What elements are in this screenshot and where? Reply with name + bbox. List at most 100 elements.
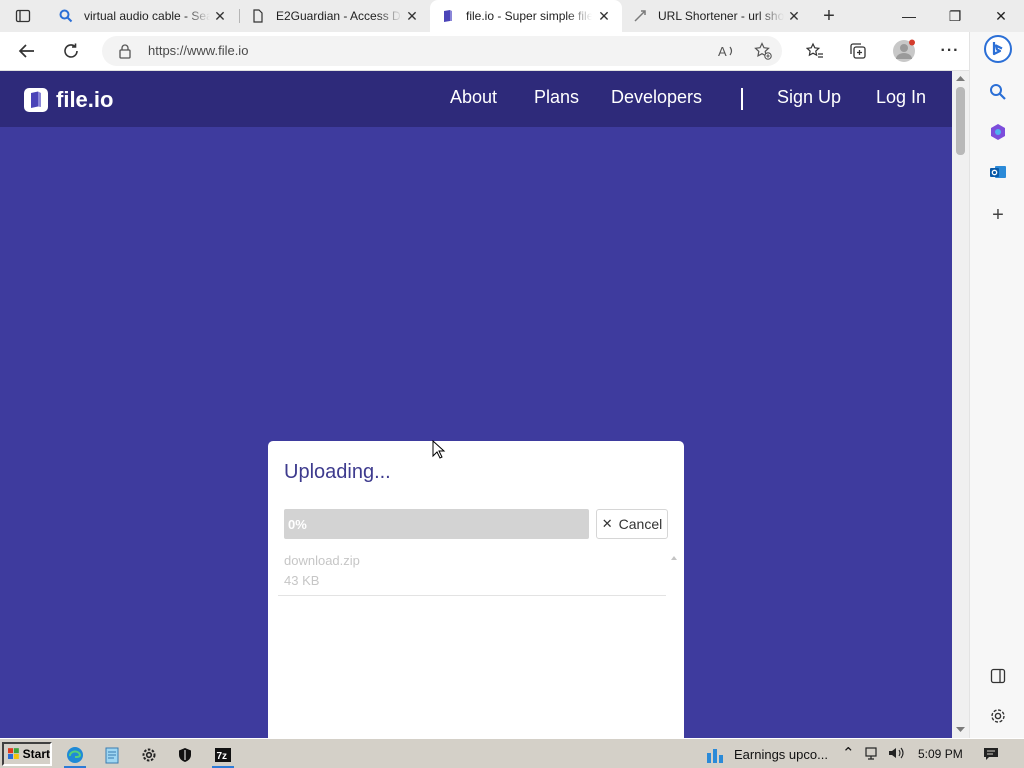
restore-icon: ❐ — [948, 7, 962, 24]
windows-logo-icon — [8, 748, 19, 759]
close-window-button[interactable]: ✕ — [978, 0, 1024, 32]
taskbar-7zip-button[interactable]: 7z — [210, 743, 236, 767]
notification-icon[interactable] — [983, 746, 999, 767]
bing-chat-button[interactable] — [983, 34, 1013, 64]
taskbar: Start 7z Earnings upco... ⌃ 5:09 PM — [0, 738, 1024, 768]
close-icon[interactable]: ✕ — [596, 8, 612, 24]
svg-text:7z: 7z — [217, 751, 228, 762]
web-page: file.io About Plans Developers Sign Up L… — [0, 71, 952, 738]
collections-button[interactable] — [843, 36, 873, 66]
back-button[interactable] — [12, 36, 42, 66]
taskbar-notepad-button[interactable] — [99, 743, 125, 767]
nav-about[interactable]: About — [450, 87, 497, 108]
avatar — [893, 39, 915, 62]
upload-dialog: Uploading... 0% ✕ Cancel download.zip 43… — [268, 441, 684, 738]
tab-actions-button[interactable] — [0, 0, 46, 32]
taskbar-edge-button[interactable] — [62, 743, 88, 767]
nav-developers[interactable]: Developers — [611, 87, 702, 108]
lock-icon[interactable] — [118, 43, 132, 64]
upload-progress-bar: 0% — [284, 509, 589, 539]
minimize-icon: — — [902, 8, 916, 24]
add-favorite-icon[interactable] — [754, 42, 772, 65]
scrollbar-thumb[interactable] — [956, 87, 965, 155]
logo-text: file.io — [56, 87, 114, 112]
sidebar-settings-button[interactable] — [983, 701, 1013, 731]
svg-text:A: A — [718, 44, 727, 59]
file-divider — [278, 595, 666, 596]
sidebar-add-button[interactable]: + — [983, 200, 1013, 230]
tab-virtual-audio-cable[interactable]: virtual audio cable - Sea ✕ — [48, 0, 238, 32]
site-header: file.io About Plans Developers Sign Up L… — [0, 71, 952, 127]
fileio-logo-icon — [24, 88, 48, 112]
office-icon — [991, 124, 1005, 140]
site-logo[interactable]: file.io — [24, 87, 113, 113]
page-scrollbar[interactable] — [952, 71, 969, 738]
cancel-label: Cancel — [618, 516, 663, 532]
plus-icon: + — [823, 4, 835, 27]
mouse-cursor-icon — [432, 440, 446, 459]
sidebar-hide-button[interactable] — [983, 661, 1013, 691]
clock[interactable]: 5:09 PM — [918, 747, 963, 761]
gear-icon — [142, 748, 156, 762]
bing-icon — [984, 35, 1012, 63]
sidebar-office-button[interactable] — [983, 117, 1013, 147]
sidebar-search-button[interactable] — [983, 77, 1013, 107]
tab-e2guardian[interactable]: E2Guardian - Access De ✕ — [240, 0, 430, 32]
fileio-icon — [440, 8, 456, 24]
search-icon — [990, 84, 1006, 100]
taskbar-settings-button[interactable] — [136, 743, 162, 767]
sidebar-outlook-button[interactable] — [983, 157, 1013, 187]
tab-label: E2Guardian - Access De — [276, 9, 402, 23]
nav-log-in[interactable]: Log In — [876, 87, 926, 108]
file-name: download.zip — [284, 553, 360, 568]
edge-sidebar: + — [969, 32, 1024, 738]
minimize-button[interactable]: — — [886, 0, 932, 32]
browser-toolbar: https://www.file.io A ··· — [0, 32, 1024, 71]
file-size: 43 KB — [284, 573, 320, 588]
url-text[interactable]: https://www.file.io — [148, 43, 248, 58]
tab-label: file.io - Super simple file — [466, 9, 592, 23]
volume-icon[interactable] — [888, 746, 906, 765]
new-tab-button[interactable]: + — [815, 4, 843, 28]
upload-file-list: download.zip 43 KB — [278, 549, 678, 738]
tab-strip: virtual audio cable - Sea ✕ E2Guardian -… — [0, 0, 1024, 32]
tab-fileio[interactable]: file.io - Super simple file ✕ — [430, 0, 622, 32]
close-icon[interactable]: ✕ — [212, 8, 228, 24]
nav-sign-up[interactable]: Sign Up — [777, 87, 841, 108]
scroll-down-arrow-icon[interactable] — [956, 726, 965, 733]
file-list-scrollbar[interactable] — [670, 549, 678, 738]
link-icon — [632, 8, 648, 24]
search-icon — [58, 8, 74, 24]
taskbar-news-widget[interactable] — [702, 743, 728, 767]
refresh-button[interactable] — [56, 36, 86, 66]
close-icon[interactable]: ✕ — [404, 8, 420, 24]
address-bar[interactable]: https://www.file.io A — [102, 36, 782, 66]
favorites-icon — [806, 42, 823, 58]
read-aloud-icon[interactable]: A — [718, 43, 736, 64]
chevron-up-icon[interactable]: ⌃ — [842, 744, 855, 762]
tab-label: virtual audio cable - Sea — [84, 9, 210, 23]
back-arrow-icon — [18, 44, 34, 58]
refresh-icon — [64, 43, 78, 58]
stock-chart-icon — [707, 749, 723, 763]
start-button[interactable]: Start — [2, 742, 52, 766]
close-icon[interactable]: ✕ — [786, 8, 802, 24]
scroll-up-arrow-icon[interactable] — [670, 554, 678, 562]
upload-title: Uploading... — [284, 461, 391, 483]
favorites-button[interactable] — [800, 36, 830, 66]
collections-icon — [850, 43, 866, 59]
taskbar-security-button[interactable] — [172, 743, 198, 767]
nav-divider — [741, 88, 743, 110]
profile-button[interactable] — [889, 36, 919, 66]
edge-icon — [67, 747, 83, 763]
network-icon[interactable] — [865, 747, 881, 766]
cancel-button[interactable]: ✕ Cancel — [596, 509, 668, 539]
restore-button[interactable]: ❐ — [932, 0, 978, 32]
scroll-up-arrow-icon[interactable] — [956, 75, 965, 82]
outlook-icon — [990, 166, 1006, 178]
nav-plans[interactable]: Plans — [534, 87, 579, 108]
start-label: Start — [22, 747, 50, 761]
news-widget-text[interactable]: Earnings upco... — [734, 747, 828, 762]
settings-more-button[interactable]: ··· — [935, 36, 965, 66]
tab-url-shortener[interactable]: URL Shortener - url sho ✕ — [622, 0, 812, 32]
